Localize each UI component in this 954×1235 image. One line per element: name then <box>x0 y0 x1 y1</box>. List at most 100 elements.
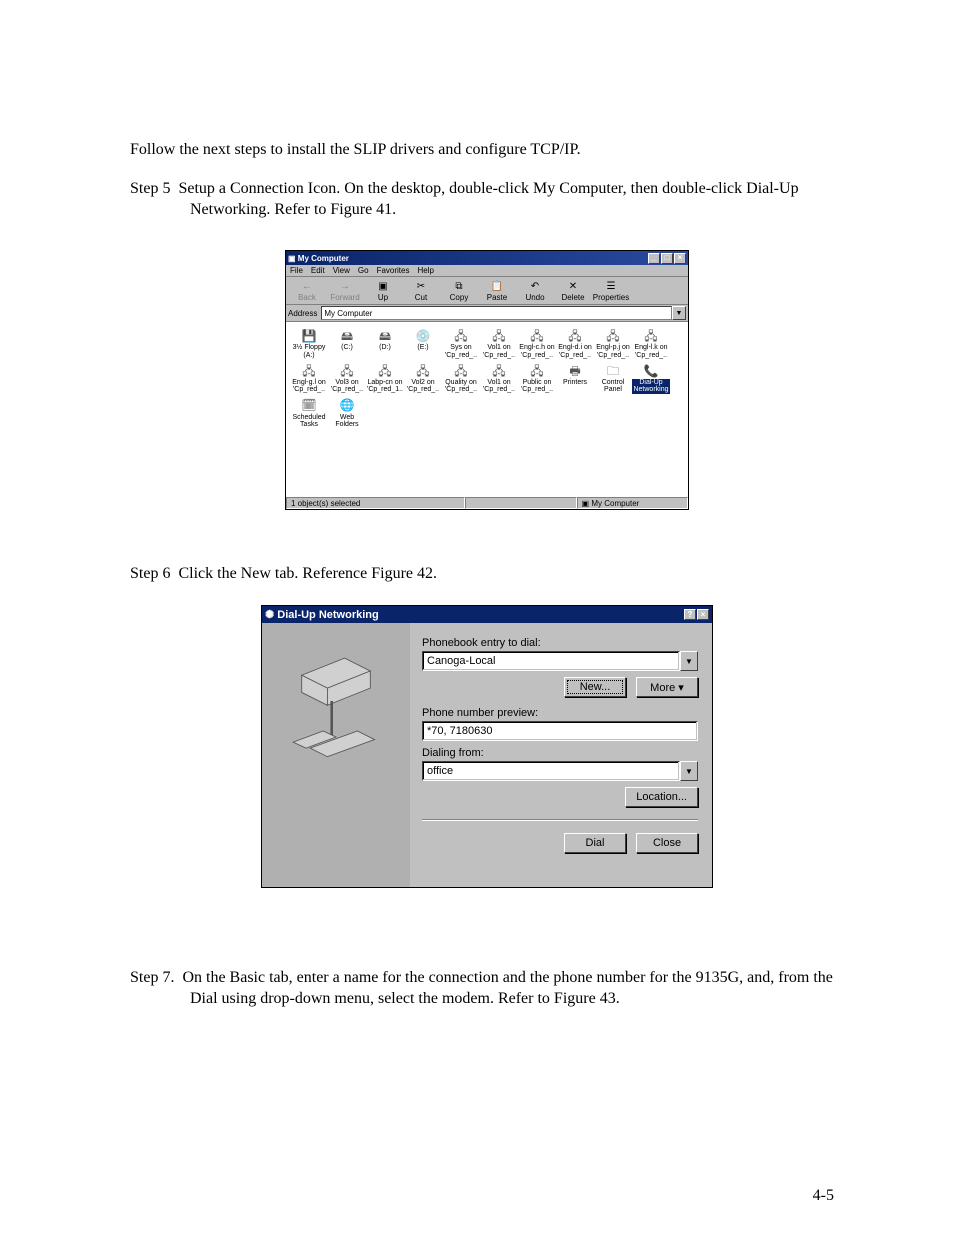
menu-file[interactable]: File <box>290 266 303 275</box>
step7: Step 7. On the Basic tab, enter a name f… <box>130 968 844 1010</box>
drive-icon[interactable]: 🖴(C:) <box>328 328 366 359</box>
toolbar-label: Back <box>288 293 326 302</box>
back-icon: ← <box>288 279 326 293</box>
close-button[interactable]: × <box>674 253 686 264</box>
drive-icon[interactable]: 🖧Labp-cn on 'Cp_red_1.. <box>366 363 404 394</box>
drive-icon[interactable]: 🖧Engl-c.h on 'Cp_red_.. <box>518 328 556 359</box>
drive-label: Sys on 'Cp_red_.. <box>442 344 480 359</box>
drive-label: Labp-cn on 'Cp_red_1.. <box>366 379 404 394</box>
address-dropdown[interactable]: ▼ <box>672 306 686 320</box>
toolbar-cut-button[interactable]: ✂Cut <box>402 279 440 302</box>
drive-label: Public on 'Cp_red_.. <box>518 379 556 394</box>
drive-glyph-icon: 🖧 <box>518 363 556 379</box>
preview-field[interactable]: *70, 7180630 <box>422 721 698 741</box>
drive-icon[interactable]: 📞Dial-Up Networking <box>632 363 670 394</box>
drive-label: (D:) <box>366 344 404 351</box>
menu-edit[interactable]: Edit <box>311 266 325 275</box>
new-button[interactable]: New... <box>564 677 626 697</box>
cut-icon: ✂ <box>402 279 440 293</box>
dun-close-button[interactable]: × <box>697 609 709 620</box>
status-middle <box>465 497 576 509</box>
up-icon: ▣ <box>364 279 402 293</box>
step5: Step 5 Setup a Connection Icon. On the d… <box>130 179 844 221</box>
drive-icon[interactable]: 🖴(D:) <box>366 328 404 359</box>
toolbar-copy-button[interactable]: ⧉Copy <box>440 279 478 302</box>
drive-icon[interactable]: 🖧Engl-g.l on 'Cp_red_.. <box>290 363 328 394</box>
addressbar: Address My Computer ▼ <box>286 305 688 322</box>
help-button[interactable]: ? <box>684 609 696 620</box>
drive-icon[interactable]: 🖧Vol1 on 'Cp_red_.. <box>480 328 518 359</box>
close-button[interactable]: Close <box>636 833 698 853</box>
toolbar-delete-button[interactable]: ✕Delete <box>554 279 592 302</box>
drive-icon[interactable]: 🖧Engl-p.j on 'Cp_red_.. <box>594 328 632 359</box>
toolbar-undo-button[interactable]: ↶Undo <box>516 279 554 302</box>
drive-glyph-icon: 🖧 <box>366 363 404 379</box>
from-combo[interactable]: office ▼ <box>422 761 698 781</box>
location-button[interactable]: Location... <box>625 787 698 807</box>
drive-glyph-icon: 🖶 <box>556 363 594 379</box>
drive-glyph-icon: 🖧 <box>480 363 518 379</box>
status-left: 1 object(s) selected <box>286 497 465 509</box>
dial-button[interactable]: Dial <box>564 833 626 853</box>
drive-label: Control Panel <box>594 379 632 394</box>
drive-label: Quality on 'Cp_red_.. <box>442 379 480 394</box>
drive-icon[interactable]: 🖧Sys on 'Cp_red_.. <box>442 328 480 359</box>
toolbar-label: Undo <box>516 293 554 302</box>
drive-icon[interactable]: 🖧Quality on 'Cp_red_.. <box>442 363 480 394</box>
menu-help[interactable]: Help <box>417 266 433 275</box>
step6-label: Step 6 <box>130 565 170 582</box>
drive-glyph-icon: 🖧 <box>328 363 366 379</box>
menu-favorites[interactable]: Favorites <box>377 266 410 275</box>
drive-glyph-icon: 💾 <box>290 328 328 344</box>
drive-icon[interactable]: 🖶Printers <box>556 363 594 394</box>
drive-icon[interactable]: 💾3½ Floppy (A:) <box>290 328 328 359</box>
more-button-label: More ▾ <box>650 681 684 694</box>
toolbar-paste-button[interactable]: 📋Paste <box>478 279 516 302</box>
drive-icon[interactable]: 🖧Public on 'Cp_red_.. <box>518 363 556 394</box>
drive-label: Dial-Up Networking <box>632 379 670 394</box>
more-button[interactable]: More ▾ <box>636 677 698 697</box>
dun-titlebar: ✺ Dial-Up Networking ? × <box>262 606 712 623</box>
entry-combo[interactable]: Canoga-Local ▼ <box>422 651 698 671</box>
location-button-label: Location... <box>636 791 687 803</box>
chevron-down-icon[interactable]: ▼ <box>680 651 698 671</box>
drive-label: Web Folders <box>328 414 366 429</box>
forward-icon: → <box>326 279 364 293</box>
delete-icon: ✕ <box>554 279 592 293</box>
drive-icon[interactable]: 💿(E:) <box>404 328 442 359</box>
drive-label: Engl-p.j on 'Cp_red_.. <box>594 344 632 359</box>
entry-label: Phonebook entry to dial: <box>422 637 698 649</box>
address-field[interactable]: My Computer <box>321 306 672 320</box>
chevron-down-icon[interactable]: ▼ <box>680 761 698 781</box>
menu-go[interactable]: Go <box>358 266 369 275</box>
step7-text: On the Basic tab, enter a name for the c… <box>182 969 832 1007</box>
drive-icon[interactable]: 🗀Control Panel <box>594 363 632 394</box>
drive-icon[interactable]: 🖧Vol1 on 'Cp_red_.. <box>480 363 518 394</box>
from-label: Dialing from: <box>422 747 698 759</box>
minimize-button[interactable]: _ <box>648 253 660 264</box>
close-button-label: Close <box>653 837 681 849</box>
menu-view[interactable]: View <box>333 266 350 275</box>
dun-sidebar-graphic <box>262 623 410 887</box>
toolbar-label: Properties <box>592 293 630 302</box>
drive-label: Engl-d.i on 'Cp_red_.. <box>556 344 594 359</box>
drive-label: (E:) <box>404 344 442 351</box>
step7-label: Step 7. <box>130 969 174 986</box>
drive-icon[interactable]: 🗓Scheduled Tasks <box>290 398 328 429</box>
new-button-label: New... <box>580 681 611 693</box>
step6: Step 6 Click the New tab. Reference Figu… <box>130 564 844 585</box>
toolbar-up-button[interactable]: ▣Up <box>364 279 402 302</box>
status-right: ▣ My Computer <box>577 497 688 509</box>
drive-icon[interactable]: 🖧Engl-d.i on 'Cp_red_.. <box>556 328 594 359</box>
my-computer-window: ▣ My Computer _ □ × File Edit View Go Fa… <box>285 250 689 510</box>
drive-icon[interactable]: 🖧Vol3 on 'Cp_red_.. <box>328 363 366 394</box>
drive-icon[interactable]: 🖧Engl-l.k on 'Cp_red_.. <box>632 328 670 359</box>
drive-icon[interactable]: 🌐Web Folders <box>328 398 366 429</box>
dun-icon: ✺ <box>265 608 277 621</box>
drive-glyph-icon: 🖧 <box>480 328 518 344</box>
maximize-button[interactable]: □ <box>661 253 673 264</box>
drive-glyph-icon: 🗓 <box>290 398 328 414</box>
toolbar-properties-button[interactable]: ☰Properties <box>592 279 630 302</box>
drive-icon[interactable]: 🖧Vol2 on 'Cp_red_.. <box>404 363 442 394</box>
step6-text: Click the New tab. Reference Figure 42. <box>178 565 437 582</box>
